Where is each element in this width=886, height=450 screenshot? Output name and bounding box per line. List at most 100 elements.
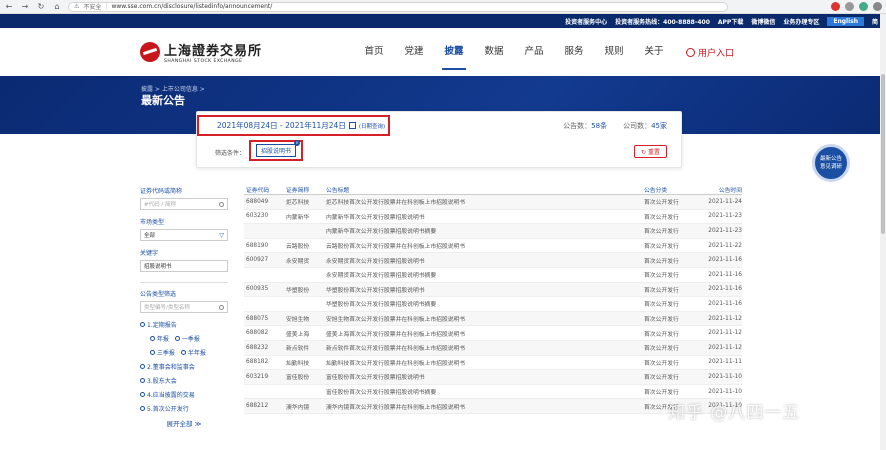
topbar-link[interactable]: 投资者服务中心 xyxy=(565,17,607,26)
cell-date: 2021-11-23 xyxy=(708,213,742,220)
search-icon[interactable] xyxy=(219,304,224,310)
extension-icon[interactable] xyxy=(845,2,854,11)
radio-icon xyxy=(150,336,155,341)
top-utility-bar: 投资者服务中心 投资者服务热线：400-8888-400 APP下载 微博微信 … xyxy=(0,14,886,28)
option-label: 年报 xyxy=(156,336,169,343)
table-row[interactable]: 688075 安旭生物 安旭生物首次公开发行股票并在科创板上市招股说明书 首次公开发行… xyxy=(244,311,742,327)
option-subgroup: 年报 一季报 xyxy=(140,334,228,343)
nav-products[interactable]: 产品 xyxy=(514,28,554,76)
cell-code: 688212 xyxy=(246,403,269,410)
topbar-link[interactable]: 业务办理专区 xyxy=(783,17,819,26)
option-board[interactable]: 2.董事会和监事会 xyxy=(140,362,228,371)
scrollbar-thumb[interactable] xyxy=(881,74,885,234)
english-button[interactable]: English xyxy=(827,16,864,26)
cell-title[interactable]: 富佳股份首次公开发行股票招股说明书 xyxy=(326,372,644,381)
cell-date: 2021-11-23 xyxy=(708,227,742,234)
extension-icon[interactable] xyxy=(831,2,840,11)
cell-title[interactable]: 永安期货首次公开发行股票招股说明书 xyxy=(326,256,644,265)
cell-title[interactable]: 新点软件首次公开发行股票并在科创板上市招股说明书 xyxy=(326,343,644,352)
nav-services[interactable]: 服务 xyxy=(554,28,594,76)
table-row[interactable]: 华塑股份首次公开发行股票招股说明书摘要 首次公开发行 2021-11-16 xyxy=(244,297,742,312)
cell-title[interactable]: 华塑股份首次公开发行股票招股说明书摘要 xyxy=(326,299,644,308)
cell-name: 灿勤科技 xyxy=(286,360,310,367)
radio-icon xyxy=(180,350,186,355)
table-row[interactable]: 688190 云路股份 云路股份首次公开发行股票并在科创板上市招股说明书 首次公开发行… xyxy=(244,239,742,254)
cell-title[interactable]: 安旭生物首次公开发行股票并在科创板上市招股说明书 xyxy=(326,314,644,323)
nav-disclosure[interactable]: 披露 xyxy=(434,28,474,76)
table-row[interactable]: 688232 新点软件 新点软件首次公开发行股票并在科创板上市招股说明书 首次公开发行… xyxy=(244,340,742,356)
nav-rules[interactable]: 规则 xyxy=(594,28,634,76)
table-row[interactable]: 603230 内蒙新华 内蒙新华首次公开发行股票招股说明书 首次公开发行 2021-11… xyxy=(244,210,742,225)
table-row[interactable]: 永安期货首次公开发行股票招股说明书摘要 首次公开发行 2021-11-16 xyxy=(244,268,742,283)
address-bar[interactable]: ⚠ 不安全 | www.sse.com.cn/disclosure/listed… xyxy=(68,1,728,12)
option-q3[interactable]: 三季报 xyxy=(150,348,175,357)
cell-title[interactable]: 炬芯科技首次公开发行股票并在科创板上市招股说明书 xyxy=(326,197,644,206)
reload-icon[interactable]: ↻ xyxy=(36,2,46,12)
option-periodic[interactable]: 1.定期报告 xyxy=(140,320,228,329)
reset-button[interactable]: ↻ 重置 xyxy=(634,145,667,158)
cell-title[interactable]: 云路股份首次公开发行股票并在科创板上市招股说明书 xyxy=(326,241,644,250)
login-button[interactable]: 用户入口 xyxy=(686,46,734,59)
table-header: 证券代码 证券简称 公告标题 公告分类 公告时间 xyxy=(244,184,742,195)
option-shareholder[interactable]: 3.股东大会 xyxy=(140,376,228,385)
type-input[interactable]: 类型编号/类型名称 xyxy=(140,301,228,313)
close-icon[interactable]: × xyxy=(294,140,300,146)
cell-category: 首次公开发行 xyxy=(644,302,679,309)
date-query-link[interactable]: (日期查询) xyxy=(359,122,385,130)
cell-title[interactable]: 华塑股份首次公开发行股票招股说明书 xyxy=(326,285,644,294)
nav-about[interactable]: 关于 xyxy=(634,28,674,76)
cell-category: 首次公开发行 xyxy=(644,317,679,324)
topbar-link[interactable]: APP下载 xyxy=(718,17,743,26)
cell-title[interactable]: 盛美上海首次公开发行股票并在科创板上市招股说明书 xyxy=(326,329,644,338)
code-input[interactable]: #代码 / 简称 xyxy=(140,198,228,210)
table-row[interactable]: 688082 盛美上海 盛美上海首次公开发行股票并在科创板上市招股说明书 首次公开发行… xyxy=(244,326,742,341)
table-row[interactable]: 603219 富佳股份 富佳股份首次公开发行股票招股说明书 首次公开发行 2021-11… xyxy=(244,370,742,385)
cell-code: 688082 xyxy=(246,330,269,337)
topbar-link[interactable]: 微博微信 xyxy=(751,17,775,26)
cell-name: 内蒙新华 xyxy=(286,214,310,221)
feedback-bubble[interactable]: 最新公告 意见调研 xyxy=(812,144,850,182)
cell-title[interactable]: 富佳股份首次公开发行股票招股说明书摘要 xyxy=(326,387,644,396)
option-half[interactable]: 半年报 xyxy=(180,348,206,357)
table-row[interactable]: 688182 灿勤科技 灿勤科技首次公开发行股票并在科创板上市招股说明书 首次公开发行… xyxy=(244,356,742,371)
radio-icon xyxy=(140,406,145,411)
site-logo[interactable]: 上海證券交易所 SHANGHAI STOCK EXCHANGE xyxy=(140,40,262,64)
nav-home[interactable]: 首页 xyxy=(354,28,394,76)
table-row[interactable]: 内蒙新华首次公开发行股票招股说明书摘要 首次公开发行 2021-11-23 xyxy=(244,224,742,239)
extension-icon[interactable] xyxy=(859,2,868,11)
search-icon[interactable] xyxy=(219,201,224,207)
cell-title[interactable]: 澳华内镜首次公开发行股票并在科创板上市招股说明书 xyxy=(326,402,644,411)
option-q1[interactable]: 一季报 xyxy=(174,334,200,343)
avatar[interactable] xyxy=(873,2,882,11)
topbar-link[interactable]: 投资者服务热线：400-8888-400 xyxy=(615,17,710,26)
table-body: 688049 炬芯科技 炬芯科技首次公开发行股票并在科创板上市招股说明书 首次公开发行… xyxy=(244,195,742,414)
table-row[interactable]: 688049 炬芯科技 炬芯科技首次公开发行股票并在科创板上市招股说明书 首次公开发行… xyxy=(244,195,742,210)
chinese-button[interactable]: 简 xyxy=(872,17,878,26)
back-icon[interactable]: ← xyxy=(4,2,14,12)
date-range-picker[interactable]: 2021年08月24日 - 2021年11月24日 (日期查询) xyxy=(197,115,390,136)
company-count: 45家 xyxy=(651,122,667,130)
option-transaction[interactable]: 4.应当披露的交易 xyxy=(140,390,228,399)
cell-title[interactable]: 内蒙新华首次公开发行股票招股说明书摘要 xyxy=(326,226,644,235)
option-ipo[interactable]: 5.首次公开发行 xyxy=(140,404,228,413)
browser-toolbar: ← → ↻ ⌂ ⚠ 不安全 | www.sse.com.cn/disclosur… xyxy=(0,0,886,14)
nav-data[interactable]: 数据 xyxy=(474,28,514,76)
expand-all-button[interactable]: 展开全部 ≫ xyxy=(140,418,228,428)
cell-title[interactable]: 灿勤科技首次公开发行股票并在科创板上市招股说明书 xyxy=(326,358,644,367)
nav-party[interactable]: 党建 xyxy=(394,28,434,76)
page-scrollbar[interactable] xyxy=(880,14,886,450)
cell-title[interactable]: 内蒙新华首次公开发行股票招股说明书 xyxy=(326,212,644,221)
option-annual[interactable]: 年报 xyxy=(150,334,169,343)
table-row[interactable]: 600935 华塑股份 华塑股份首次公开发行股票招股说明书 首次公开发行 2021-11… xyxy=(244,282,742,298)
page-title: 最新公告 xyxy=(141,94,185,107)
home-icon[interactable]: ⌂ xyxy=(52,2,62,12)
filter-tag-label: 招股说明书 xyxy=(260,148,291,155)
keyword-input[interactable]: 招股说明书 xyxy=(140,260,228,272)
cell-category: 首次公开发行 xyxy=(644,273,679,280)
table-row[interactable]: 600927 永安期货 永安期货首次公开发行股票招股说明书 首次公开发行 2021-11… xyxy=(244,253,742,268)
forward-icon[interactable]: → xyxy=(20,2,30,12)
cell-title[interactable]: 永安期货首次公开发行股票招股说明书摘要 xyxy=(326,270,644,279)
calendar-icon[interactable] xyxy=(348,122,356,129)
filter-tag[interactable]: 招股说明书 × xyxy=(255,140,300,157)
market-select[interactable]: 全部 ▽ xyxy=(140,229,228,241)
